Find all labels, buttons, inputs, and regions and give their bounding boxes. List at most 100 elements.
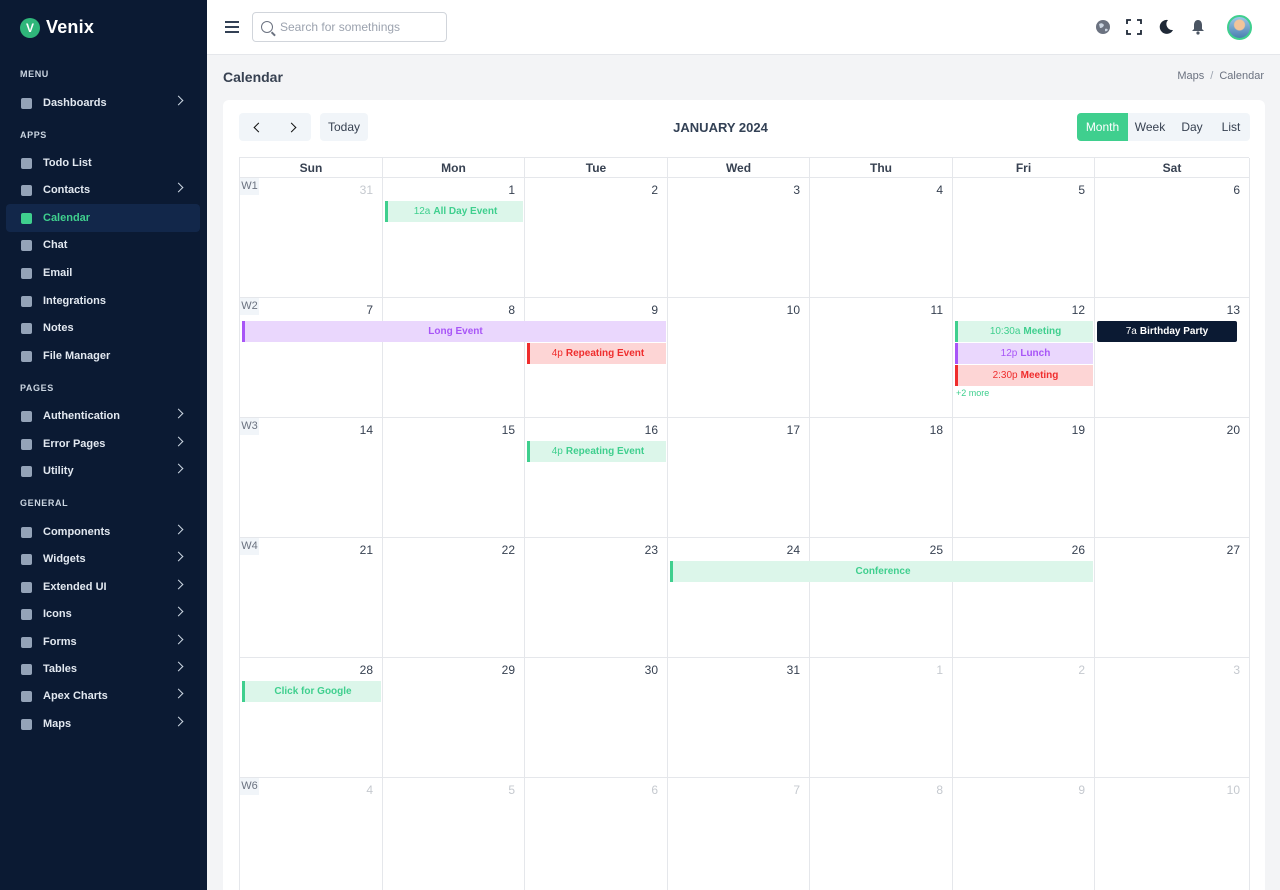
day-cell[interactable]: 2 [525,178,668,298]
day-cell[interactable]: 25 [810,538,953,658]
calendar-event[interactable]: 2:30p Meeting [955,365,1093,386]
sidebar-item-apex-charts[interactable]: Apex Charts [6,682,200,710]
day-number[interactable]: 6 [1233,183,1240,197]
day-cell[interactable]: 3 [668,178,810,298]
calendar-event[interactable]: Click for Google [242,681,381,702]
calendar-event[interactable]: 12p Lunch [955,343,1093,364]
day-number[interactable]: 16 [645,423,658,437]
sidebar-item-error-pages[interactable]: Error Pages [6,430,200,458]
day-cell[interactable]: 14 W3 [240,418,383,538]
sidebar-item-tables[interactable]: Tables [6,655,200,683]
user-avatar[interactable] [1227,15,1252,40]
calendar-event[interactable]: 4p Repeating Event [527,343,666,364]
day-cell[interactable]: 7 [668,778,810,890]
notification-bell-icon[interactable] [1190,19,1206,35]
calendar-event[interactable]: Conference [670,561,1093,582]
day-number[interactable]: 3 [1233,663,1240,677]
calendar-event[interactable]: 10:30a Meeting [955,321,1093,342]
sidebar-item-extended-ui[interactable]: Extended UI [6,573,200,601]
day-number[interactable]: 10 [787,303,800,317]
day-number[interactable]: 25 [930,543,943,557]
calendar-event[interactable]: 7a Birthday Party [1097,321,1237,342]
day-cell[interactable]: 13 [1095,298,1250,418]
day-cell[interactable]: 20 [1095,418,1250,538]
day-cell[interactable]: 8 [383,298,525,418]
day-number[interactable]: 18 [930,423,943,437]
day-number[interactable]: 6 [651,783,658,797]
day-number[interactable]: 1 [936,663,943,677]
brand[interactable]: V Venix [0,0,207,55]
sidebar-item-file-manager[interactable]: File Manager [6,342,200,370]
day-number[interactable]: 22 [502,543,515,557]
day-cell[interactable]: 27 [1095,538,1250,658]
day-cell[interactable]: 26 [953,538,1095,658]
day-number[interactable]: 9 [651,303,658,317]
week-number[interactable]: W1 [240,178,259,195]
day-number[interactable]: 3 [793,183,800,197]
day-number[interactable]: 26 [1072,543,1085,557]
day-cell[interactable]: 11 [810,298,953,418]
day-cell[interactable]: 8 [810,778,953,890]
day-number[interactable]: 23 [645,543,658,557]
day-cell[interactable]: 17 [668,418,810,538]
day-cell[interactable]: 1 [810,658,953,778]
calendar-event[interactable]: 12a All Day Event [385,201,523,222]
view-week-button[interactable]: Week [1128,113,1172,141]
sidebar-item-icons[interactable]: Icons [6,600,200,628]
sidebar-item-notes[interactable]: Notes [6,314,200,342]
day-number[interactable]: 4 [936,183,943,197]
sidebar-item-integrations[interactable]: Integrations [6,287,200,315]
day-cell[interactable]: 10 [668,298,810,418]
search-input[interactable] [280,20,440,34]
week-number[interactable]: W3 [240,418,259,435]
sidebar-item-components[interactable]: Components [6,518,200,546]
day-cell[interactable]: 18 [810,418,953,538]
week-number[interactable]: W4 [240,538,259,555]
sidebar-item-contacts[interactable]: Contacts [6,176,200,204]
day-number[interactable]: 21 [360,543,373,557]
day-cell[interactable]: 31 W1 [240,178,383,298]
day-number[interactable]: 5 [508,783,515,797]
day-number[interactable]: 10 [1227,783,1240,797]
sidebar-item-todo-list[interactable]: Todo List [6,149,200,177]
day-cell[interactable]: 19 [953,418,1095,538]
day-cell[interactable]: 21 W4 [240,538,383,658]
day-number[interactable]: 12 [1072,303,1085,317]
week-number[interactable]: W6 [240,778,259,795]
day-number[interactable]: 24 [787,543,800,557]
calendar-event[interactable]: Long Event [242,321,666,342]
day-cell[interactable]: 6 [525,778,668,890]
day-number[interactable]: 13 [1227,303,1240,317]
view-month-button[interactable]: Month [1077,113,1128,141]
day-number[interactable]: 31 [360,183,373,197]
day-number[interactable]: 17 [787,423,800,437]
day-number[interactable]: 8 [508,303,515,317]
sidebar-item-utility[interactable]: Utility [6,457,200,485]
day-cell[interactable]: 22 [383,538,525,658]
day-number[interactable]: 14 [360,423,373,437]
day-number[interactable]: 15 [502,423,515,437]
day-cell[interactable]: 2 [953,658,1095,778]
sidebar-item-dashboards[interactable]: Dashboards [6,89,200,117]
day-number[interactable]: 5 [1078,183,1085,197]
dark-mode-icon[interactable] [1158,19,1174,35]
day-cell[interactable]: 16 [525,418,668,538]
day-cell[interactable]: 7 W2 [240,298,383,418]
day-number[interactable]: 31 [787,663,800,677]
sidebar-item-forms[interactable]: Forms [6,628,200,656]
sidebar-item-maps[interactable]: Maps [6,710,200,738]
day-cell[interactable]: 1 [383,178,525,298]
sidebar-item-chat[interactable]: Chat [6,231,200,259]
more-events-link[interactable]: +2 more [956,388,989,398]
day-number[interactable]: 19 [1072,423,1085,437]
day-number[interactable]: 20 [1227,423,1240,437]
day-number[interactable]: 2 [651,183,658,197]
view-list-button[interactable]: List [1212,113,1250,141]
search-box[interactable] [252,12,447,42]
day-cell[interactable]: 5 [383,778,525,890]
day-cell[interactable]: 3 [1095,658,1250,778]
globe-icon[interactable] [1095,19,1111,35]
calendar-event[interactable]: 4p Repeating Event [527,441,666,462]
day-number[interactable]: 29 [502,663,515,677]
day-cell[interactable]: 6 [1095,178,1250,298]
